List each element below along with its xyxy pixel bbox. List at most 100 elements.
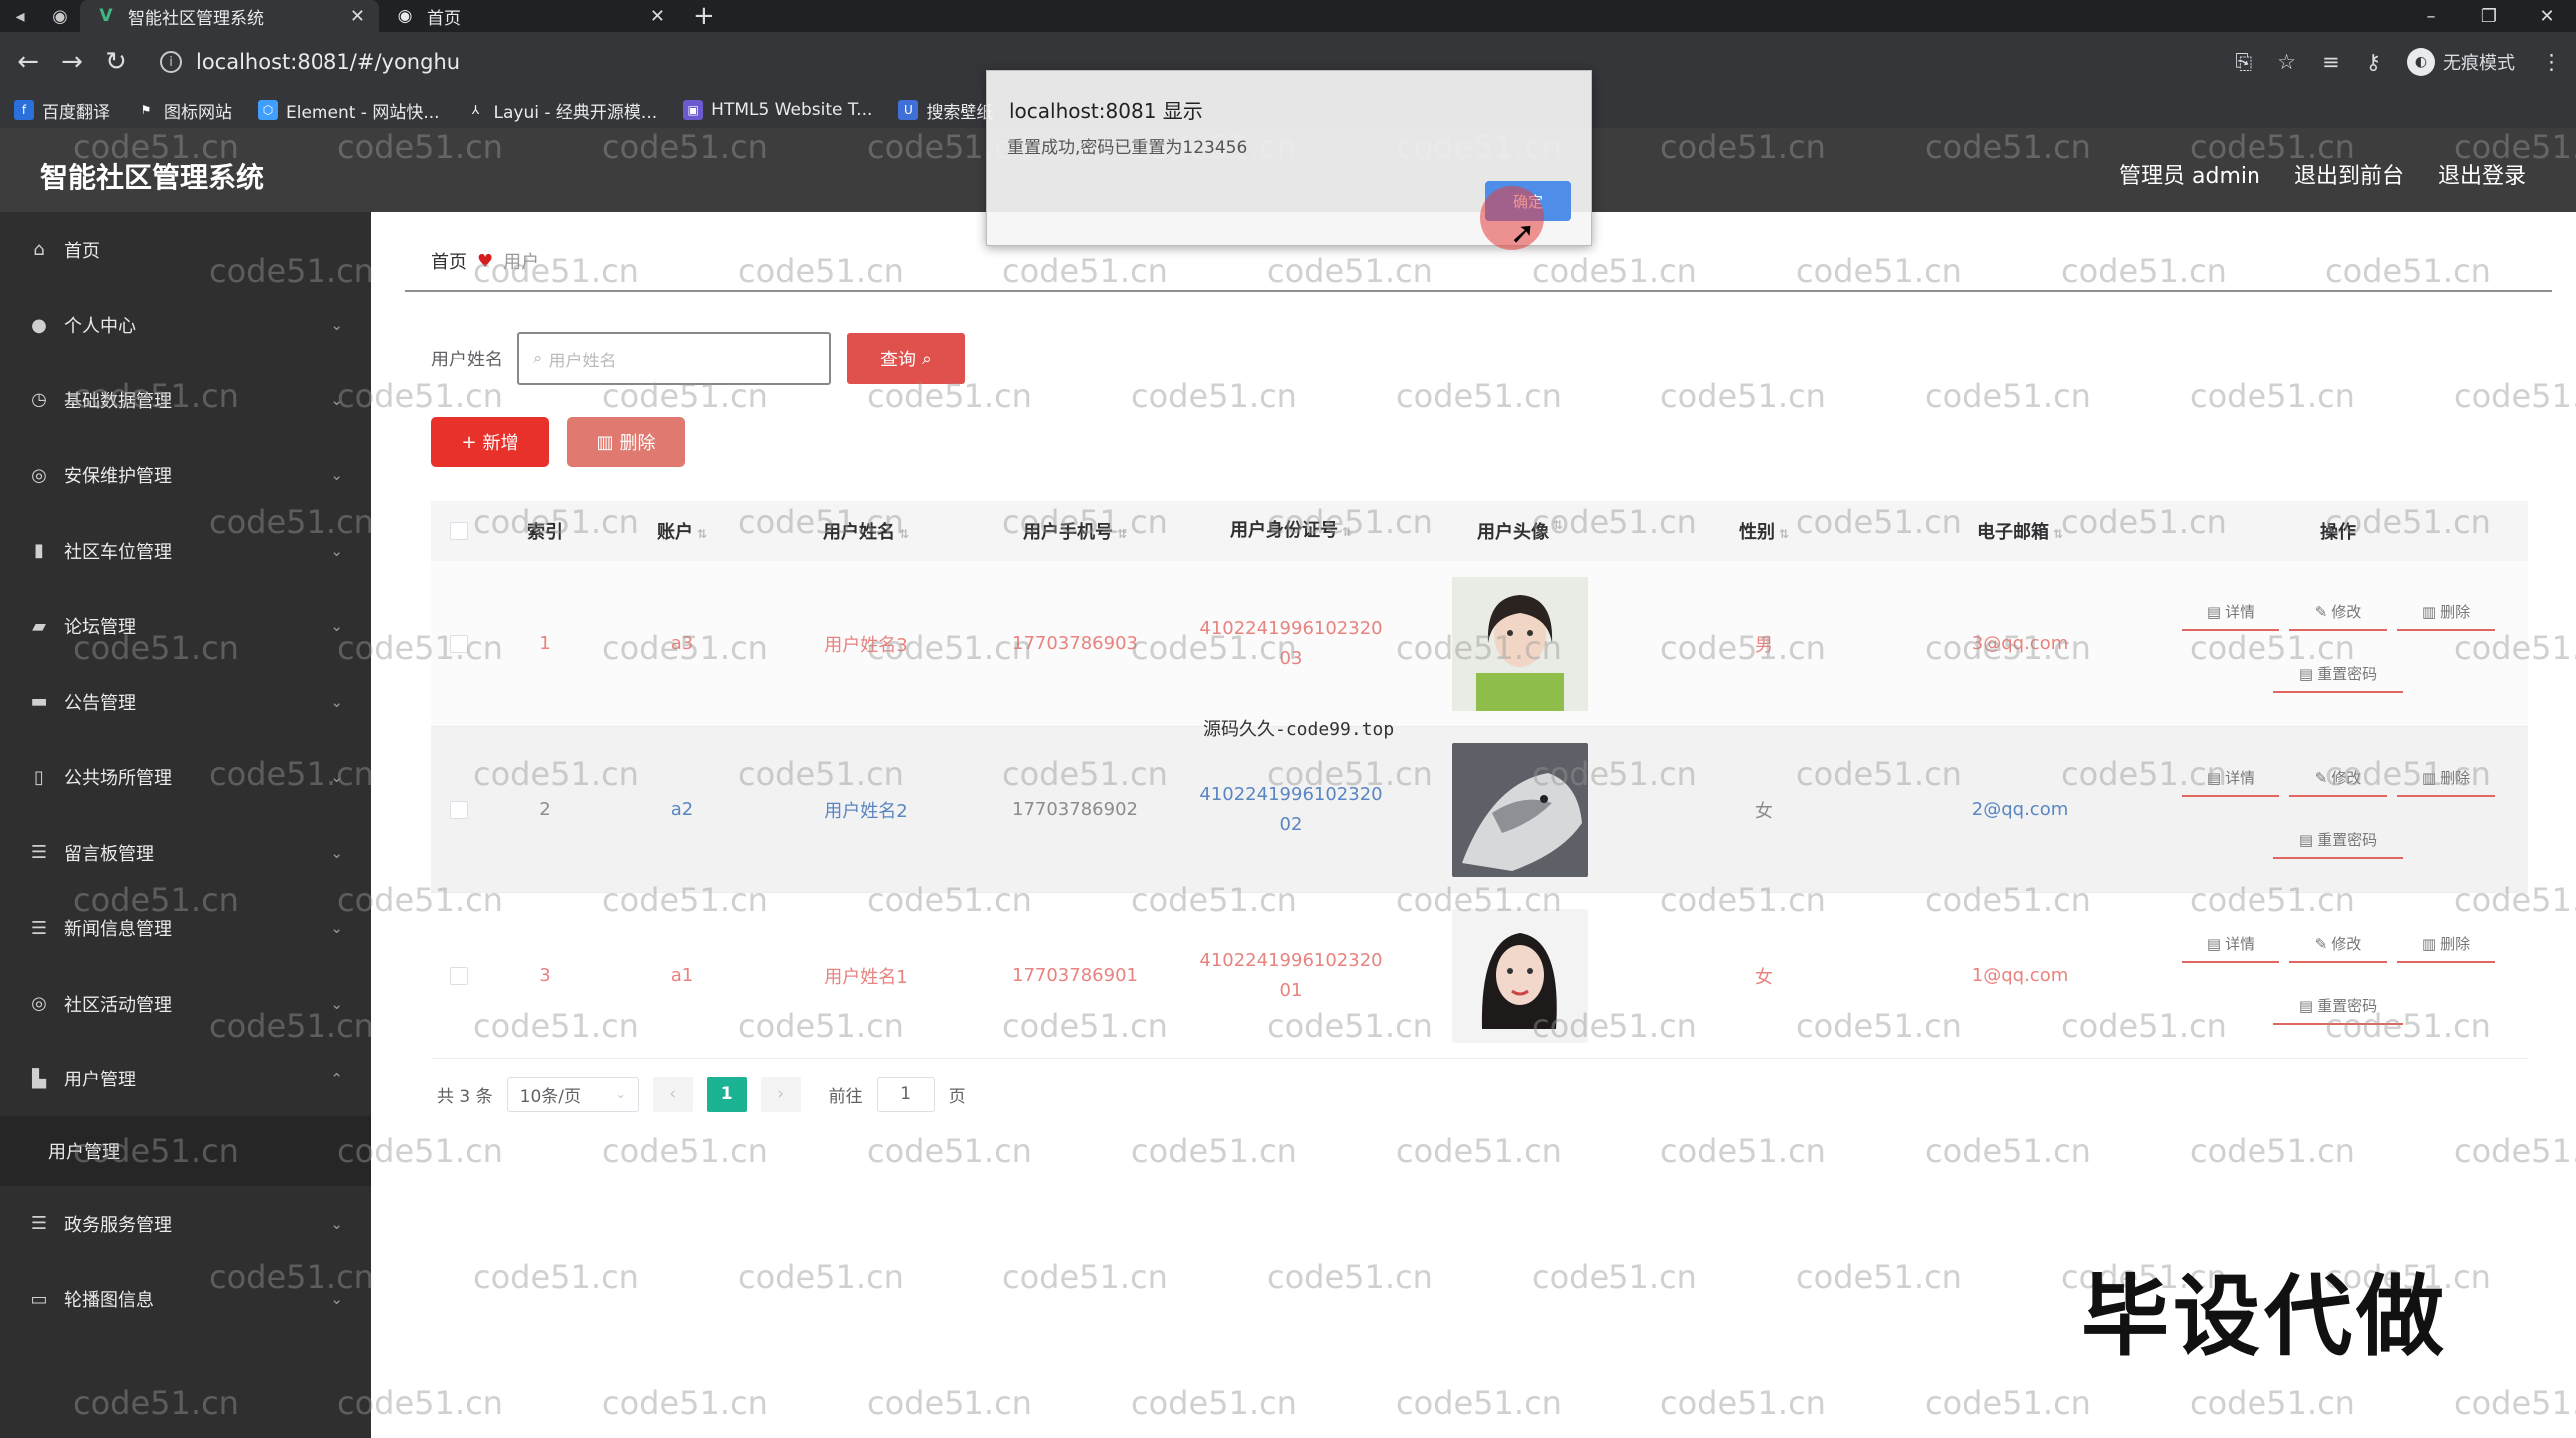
page-size-value: 10条/页 bbox=[519, 1086, 581, 1107]
row-checkbox[interactable] bbox=[431, 966, 487, 985]
close-window-icon[interactable]: ✕ bbox=[2518, 6, 2576, 27]
table-row: 1 a3 用户姓名3 17703786903 4102241996102320 03 男 3@… bbox=[431, 561, 2528, 727]
column-header[interactable]: 用户身份证号 ⇅ bbox=[1180, 516, 1402, 547]
select-all-checkbox[interactable] bbox=[431, 522, 487, 540]
menu-icon: ☰ bbox=[30, 917, 48, 939]
edit-button[interactable]: ✎ 修改 bbox=[2289, 595, 2387, 631]
browser-tab-bar: ◂ ◉ V 智能社区管理系统 ✕ ◉ 首页 ✕ + – ❐ ✕ bbox=[0, 0, 2576, 32]
edit-button[interactable]: ✎ 修改 bbox=[2289, 761, 2387, 797]
delete-button[interactable]: ▥ 删除 bbox=[2397, 927, 2495, 963]
search-input[interactable]: ⌕ 用户姓名 bbox=[517, 332, 831, 385]
detail-button[interactable]: ▤ 详情 bbox=[2182, 595, 2279, 631]
id-line: 4102241996102320 bbox=[1199, 617, 1383, 639]
breadcrumb-home[interactable]: 首页 bbox=[431, 248, 467, 274]
sort-icon: ⇅ bbox=[2052, 527, 2064, 541]
tab-search-icon[interactable]: ◂ bbox=[0, 6, 40, 27]
sidebar-item[interactable]: ▬ 公告管理 ⌄ bbox=[0, 664, 371, 740]
page-size-select[interactable]: 10条/页 ⌄ bbox=[506, 1077, 639, 1112]
document-icon: ▤ bbox=[2298, 830, 2314, 849]
delete-button[interactable]: ▥ 删除 bbox=[2397, 595, 2495, 631]
column-header[interactable]: 用户手机号 ⇅ bbox=[970, 518, 1180, 544]
column-header: 索引 bbox=[527, 522, 563, 543]
sidebar-item[interactable]: ● 个人中心 ⌄ bbox=[0, 288, 371, 363]
minimize-icon[interactable]: – bbox=[2402, 6, 2460, 27]
edit-button[interactable]: ✎ 修改 bbox=[2289, 927, 2387, 963]
reset-password-button[interactable]: ▤ 重置密码 bbox=[2273, 823, 2403, 859]
translate-icon[interactable]: ⎘ bbox=[2235, 50, 2252, 75]
site-info-icon[interactable]: i bbox=[160, 51, 182, 73]
goto-page-input[interactable]: 1 bbox=[876, 1077, 935, 1112]
document-icon: ▤ bbox=[2298, 664, 2314, 683]
back-icon[interactable]: ← bbox=[6, 47, 50, 77]
sidebar-item-label: 首页 bbox=[64, 240, 100, 262]
batch-delete-button[interactable]: ▥ 删除 bbox=[567, 417, 685, 467]
reload-icon[interactable]: ↻ bbox=[94, 47, 138, 77]
row-checkbox[interactable] bbox=[431, 634, 487, 653]
row-index: 1 bbox=[539, 633, 551, 654]
star-icon[interactable]: ☆ bbox=[2277, 50, 2296, 74]
query-button[interactable]: 查询 ⌕ bbox=[847, 333, 965, 384]
detail-button[interactable]: ▤ 详情 bbox=[2182, 761, 2279, 797]
column-header[interactable]: 用户头像 ⇅ bbox=[1402, 518, 1637, 544]
column-header[interactable]: 账户 ⇅ bbox=[603, 518, 761, 544]
column-header[interactable]: 用户姓名 ⇅ bbox=[761, 518, 970, 544]
prev-page-button[interactable]: ‹ bbox=[652, 1077, 693, 1112]
detail-button[interactable]: ▤ 详情 bbox=[2182, 927, 2279, 963]
tab-close-icon[interactable]: ✕ bbox=[350, 6, 365, 27]
sidebar-item[interactable]: ▮ 社区车位管理 ⌄ bbox=[0, 513, 371, 589]
header-links: 管理员 admin 退出到前台 退出登录 bbox=[2119, 158, 2526, 190]
logout-link[interactable]: 退出登录 bbox=[2438, 158, 2526, 190]
sidebar-item[interactable]: ◷ 基础数据管理 ⌄ bbox=[0, 362, 371, 438]
sidebar-subitem-user-management[interactable]: 用户管理 bbox=[0, 1116, 371, 1186]
sidebar-item[interactable]: ☰ 留言板管理 ⌄ bbox=[0, 815, 371, 891]
sort-icon: ⇅ bbox=[1552, 518, 1564, 532]
bookmark-item[interactable]: ⚑ 图标网站 bbox=[136, 98, 232, 123]
sidebar-item[interactable]: ⌂ 首页 bbox=[0, 212, 371, 288]
key-icon[interactable]: ⚷ bbox=[2366, 50, 2381, 74]
sidebar-item[interactable]: ◎ 社区活动管理 ⌄ bbox=[0, 966, 371, 1042]
sidebar-item[interactable]: ▰ 论坛管理 ⌄ bbox=[0, 589, 371, 665]
new-tab-icon[interactable]: + bbox=[693, 1, 715, 31]
sidebar-item[interactable]: ▭ 轮播图信息 ⌄ bbox=[0, 1262, 371, 1338]
profile-button[interactable]: ◐ 无痕模式 bbox=[2407, 48, 2515, 76]
reset-password-button[interactable]: ▤ 重置密码 bbox=[2273, 989, 2403, 1025]
reading-list-icon[interactable]: ≡ bbox=[2322, 50, 2340, 74]
table-body: 1 a3 用户姓名3 17703786903 4102241996102320 03 男 3@… bbox=[431, 561, 2528, 1059]
page-number-current[interactable]: 1 bbox=[706, 1077, 747, 1112]
add-button[interactable]: + 新增 bbox=[431, 417, 549, 467]
sidebar-item-label: 公共场所管理 bbox=[64, 768, 172, 790]
id-line: 03 bbox=[1279, 647, 1303, 669]
browser-tab-inactive[interactable]: ◉ 首页 ✕ bbox=[379, 0, 679, 32]
bookmark-item[interactable]: U 搜索壁纸 bbox=[898, 98, 993, 123]
row-checkbox[interactable] bbox=[431, 800, 487, 819]
sidebar-item[interactable]: ▯ 公共场所管理 ⌄ bbox=[0, 740, 371, 816]
column-header[interactable]: 电子邮箱 ⇅ bbox=[1891, 518, 2149, 544]
tab-close-icon[interactable]: ✕ bbox=[650, 6, 665, 27]
delete-button[interactable]: ▥ 删除 bbox=[2397, 761, 2495, 797]
chevron-down-icon: ⌄ bbox=[330, 390, 343, 409]
bookmark-label: 百度翻译 bbox=[42, 102, 110, 123]
browser-tab-active[interactable]: V 智能社区管理系统 ✕ bbox=[80, 0, 379, 32]
bookmark-item[interactable]: ▣ HTML5 Website T... bbox=[683, 100, 872, 120]
document-icon: ▤ bbox=[2206, 602, 2222, 621]
sidebar-item[interactable]: ☰ 政务服务管理 ⌄ bbox=[0, 1186, 371, 1262]
column-header[interactable]: 性别 ⇅ bbox=[1637, 518, 1891, 544]
back-to-front-link[interactable]: 退出到前台 bbox=[2294, 158, 2404, 190]
restore-icon[interactable]: ❐ bbox=[2460, 6, 2518, 27]
sort-icon: ⇅ bbox=[1341, 524, 1353, 539]
chevron-down-icon: ⌄ bbox=[330, 994, 343, 1013]
next-page-button[interactable]: › bbox=[760, 1077, 801, 1112]
forward-icon[interactable]: → bbox=[50, 47, 94, 77]
query-button-label: 查询 bbox=[879, 350, 916, 370]
bookmark-item[interactable]: ⬡ Element - 网站快... bbox=[258, 98, 440, 123]
sidebar-item[interactable]: ▙ 用户管理 ⌃ bbox=[0, 1042, 371, 1117]
bookmark-item[interactable]: ⅄ Layui - 经典开源模... bbox=[466, 98, 657, 123]
pencil-icon: ✎ bbox=[2314, 602, 2328, 621]
bookmark-item[interactable]: f 百度翻译 bbox=[14, 98, 110, 123]
row-email: 1@qq.com bbox=[1971, 965, 2069, 986]
kebab-menu-icon[interactable]: ⋮ bbox=[2541, 50, 2562, 74]
sidebar-item[interactable]: ◎ 安保维护管理 ⌄ bbox=[0, 438, 371, 514]
reset-password-button[interactable]: ▤ 重置密码 bbox=[2273, 657, 2403, 693]
document-icon: ▤ bbox=[2206, 768, 2222, 787]
sidebar-item[interactable]: ☰ 新闻信息管理 ⌄ bbox=[0, 891, 371, 967]
